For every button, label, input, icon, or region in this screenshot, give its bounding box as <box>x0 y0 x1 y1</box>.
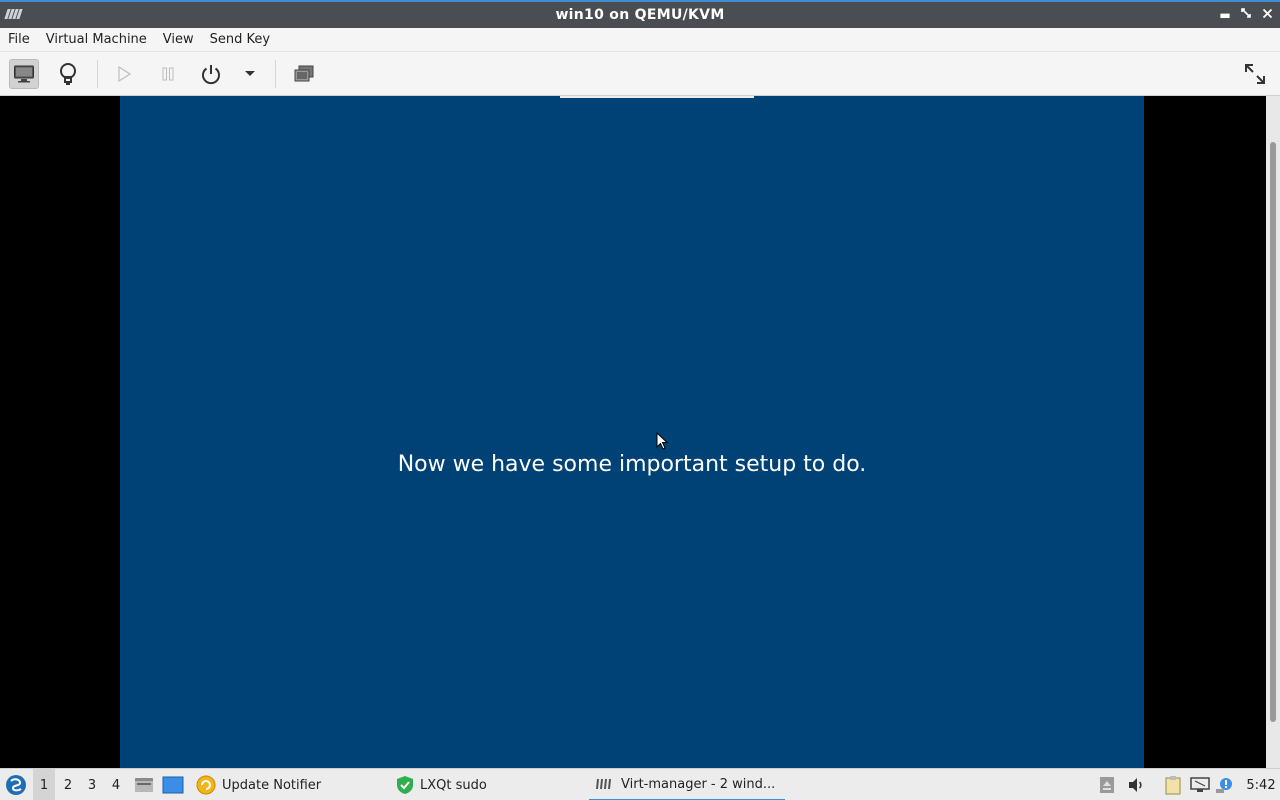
chevron-down-icon <box>245 71 255 76</box>
notification-icon <box>1216 778 1232 793</box>
pause-icon <box>162 67 174 81</box>
virt-manager-icon <box>596 779 611 789</box>
toolbar-separator <box>275 60 276 88</box>
task-label: LXQt sudo <box>420 777 487 793</box>
snapshots-button[interactable] <box>289 59 319 89</box>
task-update-notifier[interactable]: Update Notifier <box>190 769 380 800</box>
workspace-1[interactable]: 1 <box>33 769 55 800</box>
details-button[interactable] <box>53 59 83 89</box>
lightbulb-icon <box>60 63 76 85</box>
toolbar-separator <box>97 60 98 88</box>
workspace-3[interactable]: 3 <box>81 769 103 800</box>
virt-manager-app-icon[interactable] <box>4 8 24 20</box>
toolbar <box>0 52 1280 96</box>
guest-screen-top-line <box>560 96 754 98</box>
task-virt-manager[interactable]: Virt-manager - 2 wind... <box>589 769 785 800</box>
task-lxqt-sudo[interactable]: LXQt sudo <box>390 769 580 800</box>
close-icon[interactable] <box>1258 6 1276 24</box>
tray-notifications[interactable] <box>1214 769 1236 800</box>
clipboard-icon <box>1165 776 1181 795</box>
scrollbar-thumb[interactable] <box>1270 142 1276 722</box>
fullscreen-button[interactable] <box>1240 59 1270 89</box>
window-titlebar: win10 on QEMU/KVM ▬ <box>0 0 1280 28</box>
mouse-cursor-icon <box>656 432 668 450</box>
folder-icon <box>135 778 153 792</box>
eject-icon <box>1100 777 1114 793</box>
taskbar: 1 2 3 4 Update Notifier LXQt sudo Virt-m… <box>0 768 1280 800</box>
tray-volume[interactable] <box>1125 769 1147 800</box>
vertical-scrollbar[interactable] <box>1266 96 1280 768</box>
fullscreen-icon <box>1245 64 1265 84</box>
pause-button[interactable] <box>153 59 183 89</box>
tray-network[interactable] <box>1189 769 1211 800</box>
menu-send-key[interactable]: Send Key <box>210 32 270 47</box>
console-button[interactable] <box>9 59 39 89</box>
network-icon <box>1190 777 1210 792</box>
shield-check-icon <box>397 776 413 794</box>
guest-screen[interactable]: Now we have some important setup to do. <box>120 96 1144 768</box>
task-label: Virt-manager - 2 wind... <box>621 776 776 792</box>
run-button[interactable] <box>109 59 139 89</box>
start-menu-button[interactable] <box>4 769 28 800</box>
update-notifier-icon <box>196 775 216 795</box>
workspace-4[interactable]: 4 <box>105 769 127 800</box>
menu-view[interactable]: View <box>163 32 194 47</box>
power-icon <box>202 65 220 85</box>
lxqt-logo-icon <box>6 775 26 795</box>
window-title: win10 on QEMU/KVM <box>555 7 725 23</box>
workspace-2[interactable]: 2 <box>57 769 79 800</box>
tray-eject-button[interactable] <box>1097 769 1117 800</box>
file-manager-launcher[interactable] <box>133 769 155 800</box>
monitor-icon <box>14 65 34 83</box>
shutdown-button[interactable] <box>196 59 226 89</box>
vm-console-viewer[interactable]: Now we have some important setup to do. <box>0 96 1266 768</box>
task-label: Update Notifier <box>222 777 322 793</box>
minimize-icon[interactable]: ▬ <box>1216 6 1234 24</box>
menu-bar: File Virtual Machine View Send Key <box>0 28 1280 52</box>
play-icon <box>118 66 131 82</box>
clock[interactable]: 5:42 <box>1244 769 1278 800</box>
show-desktop-button[interactable] <box>161 769 185 800</box>
menu-virtual-machine[interactable]: Virtual Machine <box>46 32 147 47</box>
menu-file[interactable]: File <box>8 32 30 47</box>
tray-clipboard[interactable] <box>1162 769 1184 800</box>
setup-message: Now we have some important setup to do. <box>397 452 867 477</box>
snapshots-icon <box>294 65 314 82</box>
maximize-icon[interactable] <box>1237 6 1255 24</box>
shutdown-menu-button[interactable] <box>235 59 265 89</box>
volume-icon <box>1129 778 1142 792</box>
desktop-icon <box>162 776 184 794</box>
